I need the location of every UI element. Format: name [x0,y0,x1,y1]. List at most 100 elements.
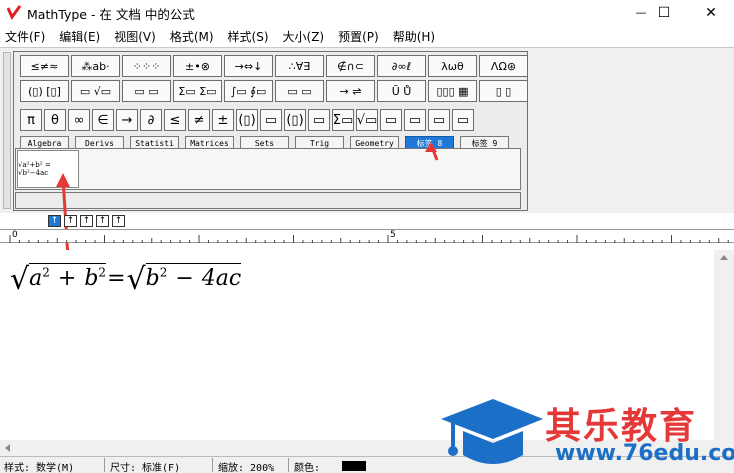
insert-plusminus[interactable]: ± [212,109,234,131]
status-divider [104,458,105,472]
palette-integrals[interactable]: ∫▭ ∮▭ [224,80,273,102]
palette-scripts[interactable]: ▭ ▭ [122,80,171,102]
insert-arrow[interactable]: → [116,109,138,131]
op-minus: − [175,266,194,291]
scroll-left-icon[interactable] [0,440,16,456]
insert-subscript[interactable]: ▭ [380,109,402,131]
menu-size[interactable]: 大小(Z) [283,28,331,45]
status-divider [288,458,289,472]
close-icon: ✕ [705,4,717,21]
menu-preferences[interactable]: 预置(P) [338,28,385,45]
window-title: MathType - 在 文档 中的公式 [27,7,195,22]
var-a: a [29,266,43,291]
palette-arrows[interactable]: →⇔↓ [224,55,273,77]
insert-neq[interactable]: ≠ [188,109,210,131]
title-bar: MathType - 在 文档 中的公式 — ☐ ✕ [0,0,734,25]
palette-greek-lower[interactable]: λωθ [428,55,477,77]
insert-fraction[interactable]: ▭ [308,109,330,131]
radicand-2: b2−4ac [145,263,242,291]
nudge-button-1[interactable]: ↑ [48,215,61,227]
maximize-icon: ☐ [657,4,671,21]
op-equals: = [107,266,126,291]
palette-labeled-arrows[interactable]: → ⇌ [326,80,375,102]
nudge-button-row: ↑ ↑ ↑ ↑ ↑ [48,215,128,227]
watermark-url: www.76edu.com [555,441,734,466]
insert-parens[interactable]: (▯) [236,109,258,131]
status-divider [212,458,213,472]
exp-b2: 2 [159,265,168,280]
var-b: b [84,266,99,291]
insert-presubscript[interactable]: ▭ [452,109,474,131]
maximize-button[interactable]: ☐ [641,0,687,25]
palette-fractions-radicals[interactable]: ▭ √▭ [71,80,120,102]
graduation-cap-icon [441,399,543,464]
insert-leq[interactable]: ≤ [164,109,186,131]
menu-edit[interactable]: 编辑(E) [59,28,106,45]
exp-a: 2 [42,265,50,280]
palette-sums[interactable]: Σ▭ Σ▭ [173,80,222,102]
ruler-mark-0: 0 [12,230,18,240]
insert-infinity[interactable]: ∞ [68,109,90,131]
equation[interactable]: √a2 + b2=√b2−4ac [10,258,242,297]
palette-sets[interactable]: ∉∩⊂ [326,55,375,77]
nudge-button-2[interactable]: ↑ [64,215,77,227]
palette-boxes[interactable]: ▯ ▯ [479,80,528,102]
nudge-button-4[interactable]: ↑ [96,215,109,227]
toolbar-footer [15,192,521,209]
symbol-palette-row: ≤≠≈ ⁂ab· ⁘⁘⁘ ±•⊗ →⇔↓ ∴∀∃ ∉∩⊂ ∂∞ℓ λωθ ΛΩ⊛ [20,55,530,77]
palette-embellishments[interactable]: ⁘⁘⁘ [122,55,171,77]
insert-theta[interactable]: θ [44,109,66,131]
palette-relations[interactable]: ≤≠≈ [20,55,69,77]
palette-products[interactable]: Ũ Ů [377,80,426,102]
exp-b: 2 [98,265,107,280]
nudge-button-5[interactable]: ↑ [112,215,125,227]
menu-format[interactable]: 格式(M) [170,28,220,45]
palette-logic[interactable]: ∴∀∃ [275,55,324,77]
insert-sqrt[interactable]: √▭ [356,109,378,131]
status-color-swatch [342,461,366,471]
ruler-mark-5: 5 [390,230,396,240]
template-palette-row: (▯) [▯] ▭ √▭ ▭ ▭ Σ▭ Σ▭ ∫▭ ∮▭ ▭ ▭ → ⇌ Ũ Ů… [20,80,530,102]
status-style: 样式: 数学(M) [4,463,75,473]
insert-sum[interactable]: Σ▭ [332,109,354,131]
mathtype-logo-icon [7,5,22,20]
tab-content-panel: √a²+b² = √b²−4ac [15,148,521,190]
watermark: 其乐教育 www.76edu.com [437,395,734,473]
status-color-label: 颜色: [294,463,321,473]
insert-brackets[interactable]: ▭ [260,109,282,131]
scroll-up-icon[interactable] [714,250,734,266]
math-toolbar: ≤≠≈ ⁂ab· ⁘⁘⁘ ±•⊗ →⇔↓ ∴∀∃ ∉∩⊂ ∂∞ℓ λωθ ΛΩ⊛… [13,51,528,211]
palette-spaces[interactable]: ⁂ab· [71,55,120,77]
palette-fences[interactable]: (▯) [▯] [20,80,69,102]
palette-bars[interactable]: ▭ ▭ [275,80,324,102]
insert-partial[interactable]: ∂ [140,109,162,131]
menu-view[interactable]: 视图(V) [114,28,162,45]
small-bar-row: π θ ∞ ∈ → ∂ ≤ ≠ ± (▯) ▭ (▯) ▭ Σ▭ √▭ ▭ ▭ … [20,109,476,131]
insert-braces[interactable]: (▯) [284,109,306,131]
nudge-button-3[interactable]: ↑ [80,215,93,227]
menu-help[interactable]: 帮助(H) [393,28,441,45]
radicand-1: a2 + b2 [29,263,107,291]
saved-formula-button[interactable]: √a²+b² = √b²−4ac [17,150,79,188]
palette-operators[interactable]: ±•⊗ [173,55,222,77]
palette-matrices[interactable]: ▯▯▯ ▦ [428,80,477,102]
toolbar-grip[interactable] [3,52,11,209]
menu-file[interactable]: 文件(F) [5,28,51,45]
radical-sign-1: √ [10,262,30,297]
insert-superscript[interactable]: ▭ [404,109,426,131]
palette-greek-upper[interactable]: ΛΩ⊛ [479,55,528,77]
op-plus: + [57,266,77,291]
ruler: 0 5 [0,229,734,243]
palette-misc[interactable]: ∂∞ℓ [377,55,426,77]
menu-bar: 文件(F) 编辑(E) 视图(V) 格式(M) 样式(S) 大小(Z) 预置(P… [0,25,734,47]
ruler-ticks [9,235,729,243]
var-b2: b [145,266,160,291]
insert-pi[interactable]: π [20,109,42,131]
close-button[interactable]: ✕ [688,0,734,25]
term-4ac: 4ac [201,266,242,291]
radical-sign-2: √ [126,262,146,297]
menu-style[interactable]: 样式(S) [228,28,275,45]
insert-element-of[interactable]: ∈ [92,109,114,131]
insert-subsup[interactable]: ▭ [428,109,450,131]
status-zoom: 缩放: 200% [218,463,275,473]
